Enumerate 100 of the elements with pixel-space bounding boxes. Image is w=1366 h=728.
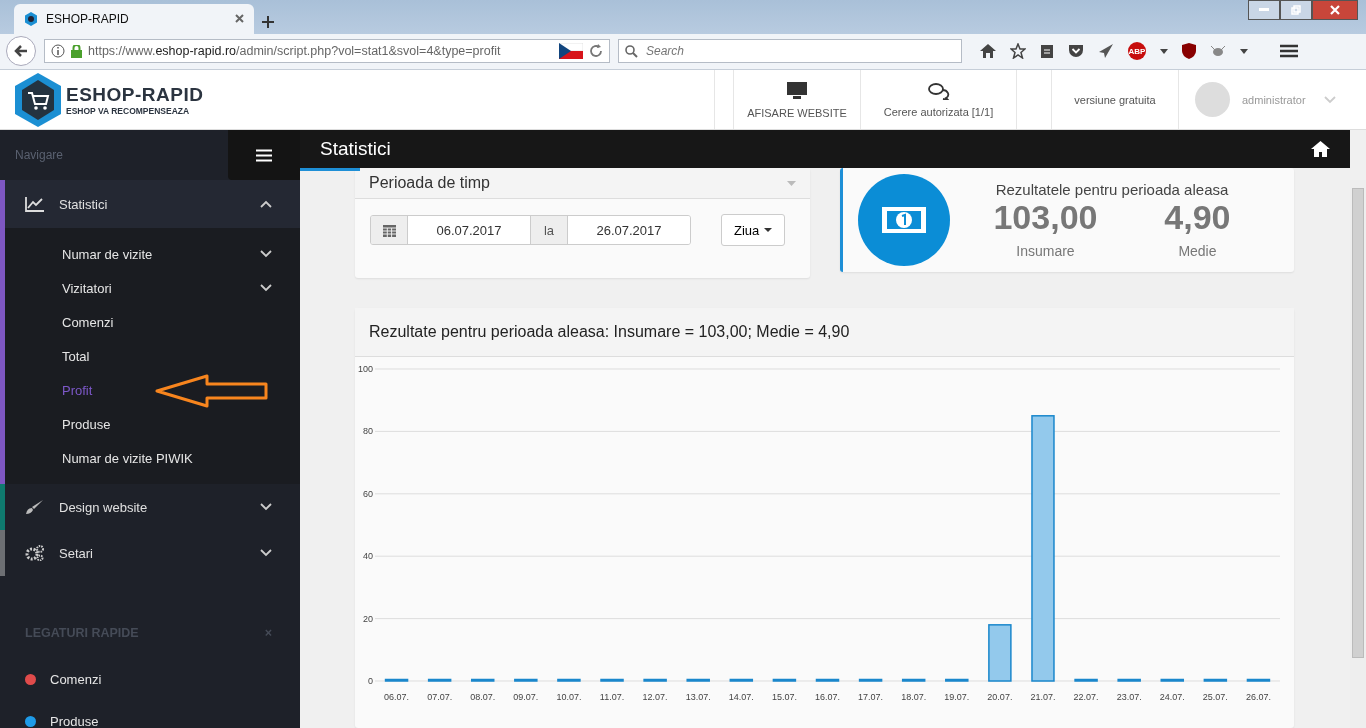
- clipboard-icon[interactable]: [1040, 43, 1054, 60]
- adblock-badge[interactable]: ABP: [1128, 42, 1146, 61]
- chevron-icon: [1324, 95, 1336, 104]
- x-tick-label: 26.07.: [1245, 692, 1271, 702]
- y-tick-label: 40: [363, 551, 373, 562]
- chevron-icon: [260, 250, 272, 258]
- summary-title: Rezultatele pentru perioada aleasa: [995, 181, 1229, 198]
- submenu-item[interactable]: Total: [5, 339, 300, 373]
- reload-icon[interactable]: [589, 44, 603, 59]
- restore-icon[interactable]: [1280, 0, 1312, 20]
- star-icon[interactable]: [1010, 43, 1026, 60]
- bar: [471, 678, 495, 682]
- lock-icon: [71, 44, 82, 58]
- search-icon: [625, 44, 638, 58]
- y-tick-label: 100: [357, 364, 373, 374]
- x-tick-label: 17.07.: [858, 692, 884, 702]
- browser-tab[interactable]: ESHOP-RAPID: [14, 3, 254, 34]
- x-tick-label: 07.07.: [427, 692, 453, 702]
- menu-icon[interactable]: [1280, 44, 1298, 59]
- x-tick-label: 08.07.: [470, 692, 496, 702]
- x-tick-label: 12.07.: [642, 692, 668, 702]
- bar: [427, 678, 452, 682]
- menu-item[interactable]: Statistici: [5, 180, 300, 228]
- chart-title: Rezultate pentru perioada aleasa: Insumare = 103,00; Medie = 4,90: [369, 323, 850, 341]
- line-chart-icon: [25, 196, 45, 212]
- x-tick-label: 06.07.: [384, 692, 410, 702]
- page-title: Statistici: [320, 138, 392, 160]
- home-icon[interactable]: [1311, 141, 1330, 157]
- plus-icon[interactable]: [262, 15, 274, 28]
- bar: [600, 678, 624, 682]
- header-link[interactable]: Cerere autorizata [1/1]: [860, 70, 1016, 129]
- close-icon[interactable]: [1312, 0, 1358, 20]
- menu-item[interactable]: Design website: [5, 484, 300, 530]
- minimize-icon[interactable]: [1248, 0, 1280, 20]
- quick-link[interactable]: Produse: [50, 713, 99, 728]
- x-tick-label: 10.07.: [556, 692, 582, 702]
- chevron-icon: [260, 284, 272, 292]
- close-icon[interactable]: [235, 14, 244, 23]
- x-tick-label: 19.07.: [944, 692, 970, 702]
- x-tick-label: 23.07.: [1116, 692, 1142, 702]
- x-tick-label: 16.07.: [815, 692, 840, 702]
- submenu-item[interactable]: Vizitatori: [5, 271, 300, 305]
- x-tick-label: 20.07.: [987, 692, 1013, 702]
- menu-item[interactable]: Setari: [5, 530, 300, 576]
- bar: [945, 678, 969, 682]
- monitor-icon: [786, 80, 808, 101]
- card-title: Perioada de timp: [369, 174, 491, 192]
- x-tick-label: 25.07.: [1202, 692, 1228, 702]
- bar: [1117, 678, 1141, 682]
- bar: [557, 678, 581, 682]
- summary-label: Medie: [1178, 243, 1217, 259]
- chevron-icon: [260, 503, 272, 511]
- caret-icon[interactable]: [1160, 48, 1168, 54]
- bar: [988, 624, 1012, 682]
- x-tick-label: 24.07.: [1159, 692, 1185, 702]
- chat-icon: [927, 81, 950, 100]
- submenu-item[interactable]: Comenzi: [5, 305, 300, 339]
- x-tick-label: 11.07.: [599, 692, 625, 702]
- back-button[interactable]: [6, 36, 36, 67]
- y-tick-label: 80: [363, 426, 373, 437]
- chevron-icon: [260, 549, 272, 557]
- bug-icon[interactable]: [1210, 44, 1226, 59]
- bar: [1203, 678, 1228, 682]
- quick-link[interactable]: Comenzi: [50, 671, 102, 687]
- x-tick-label: 22.07.: [1073, 692, 1099, 702]
- bar: [514, 678, 538, 682]
- bar: [1160, 678, 1184, 682]
- pocket-icon[interactable]: [1068, 44, 1084, 59]
- logo-tagline: ESHOP VA RECOMPENSEAZA: [66, 105, 191, 116]
- y-tick-label: 0: [368, 676, 373, 686]
- bar: [772, 678, 797, 682]
- submenu-item[interactable]: Produse: [5, 407, 300, 441]
- bar: [384, 678, 409, 682]
- arrow-icon: [14, 45, 28, 58]
- home-icon[interactable]: [980, 44, 996, 59]
- summary-value: 4,90: [1164, 198, 1231, 237]
- address-bar[interactable]: https://www.eshop-rapid.ro/admin/script.php?vol=stat1&svol=4&type=profit: [44, 39, 610, 64]
- caret-icon[interactable]: [1240, 48, 1248, 54]
- x-tick-label: 13.07.: [685, 692, 711, 702]
- bar: [686, 678, 710, 682]
- menu-icon: [256, 148, 272, 162]
- granularity-dropdown[interactable]: Ziua: [721, 214, 786, 246]
- menu-button[interactable]: [228, 130, 300, 180]
- y-tick-label: 60: [363, 488, 373, 499]
- caret-icon: [764, 228, 773, 232]
- submenu-item[interactable]: Numar de vizite PIWIK: [5, 441, 300, 475]
- header-link[interactable]: AFISARE WEBSITE: [733, 70, 860, 129]
- logo-title: ESHOP-RAPID: [66, 83, 204, 106]
- bar: [858, 678, 883, 682]
- y-tick-label: 20: [363, 613, 373, 624]
- x-tick-label: 21.07.: [1030, 692, 1056, 702]
- submenu-item[interactable]: Numar de vizite: [5, 237, 300, 271]
- bar: [643, 678, 667, 682]
- x-tick-label: 15.07.: [771, 692, 797, 702]
- search-field[interactable]: Search: [618, 39, 962, 64]
- x-tick-label: 09.07.: [513, 692, 539, 702]
- summary-value: 103,00: [993, 198, 1098, 237]
- info-icon: [51, 44, 65, 59]
- paper-plane-icon[interactable]: [1098, 43, 1114, 60]
- x-tick-label: 18.07.: [901, 692, 927, 702]
